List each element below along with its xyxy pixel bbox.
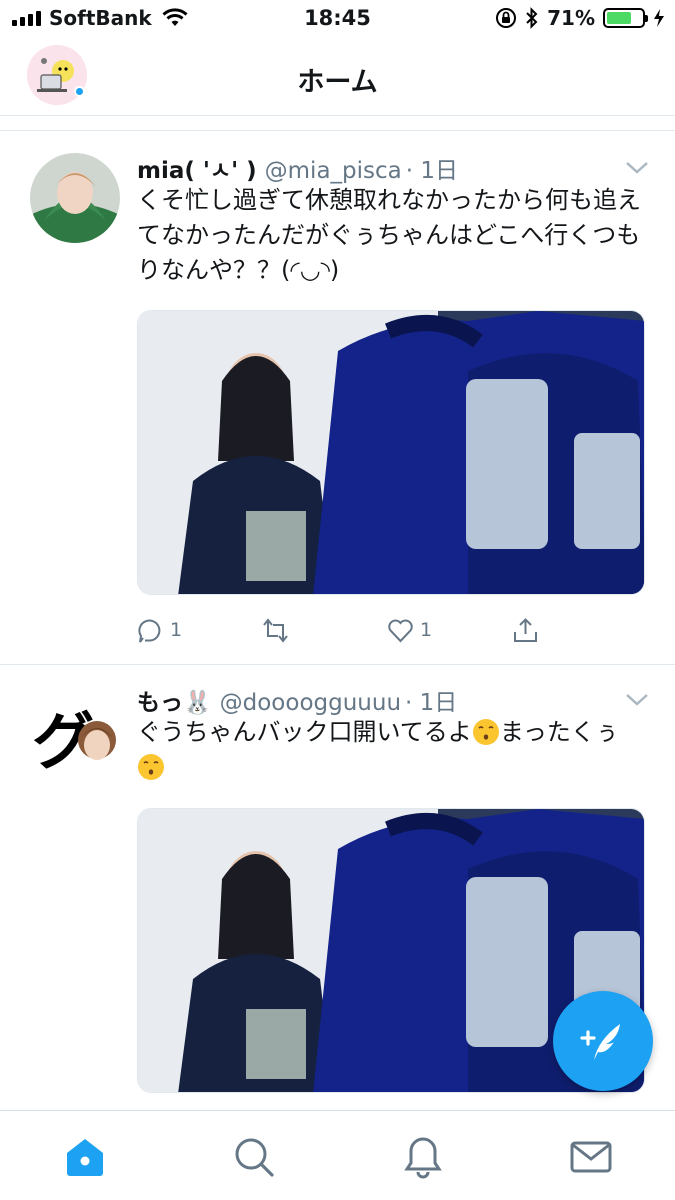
tweet-text: くそ忙し過ぎて休憩取れなかったから何も追えてなかったんだがぐぅちゃんはどこへ行く…: [137, 186, 641, 284]
tweet-text-part: まったくぅ: [499, 718, 619, 746]
page-title: ホーム: [297, 67, 378, 98]
kissing-face-icon: [472, 719, 499, 745]
like-count: 1: [420, 619, 433, 641]
share-button[interactable]: [512, 615, 637, 645]
tweet[interactable]: mia( 'ㅅ' ) @mia_pisca · 1日 くそ忙し過ぎて休憩取れなかった…: [0, 131, 675, 665]
display-name[interactable]: mia( 'ㅅ' ): [137, 158, 257, 184]
home-icon[interactable]: [63, 1135, 107, 1179]
user-avatar[interactable]: グ: [30, 691, 130, 781]
tweet-text-part: ぐうちゃんバック口開いてるよ: [137, 718, 472, 746]
tweet-time: · 1日: [405, 158, 459, 184]
mail-icon[interactable]: [569, 1135, 613, 1179]
battery-icon: [603, 8, 648, 28]
retweet-button[interactable]: [262, 615, 387, 645]
tab-bar: [0, 1110, 675, 1200]
kissing-face-icon: [138, 754, 164, 780]
user-handle[interactable]: @mia_pisca: [265, 158, 402, 184]
share-icon: [514, 617, 537, 642]
compose-tweet-icon: [580, 1024, 620, 1060]
tweet-photo-image: [138, 311, 644, 594]
chevron-down-icon[interactable]: [625, 161, 649, 175]
tweet-photo[interactable]: [137, 310, 645, 595]
battery-percent: 71%: [547, 6, 595, 30]
rotation-lock-icon: [496, 8, 517, 28]
tweet-time: · 1日: [405, 690, 458, 716]
search-icon[interactable]: [232, 1135, 276, 1179]
reply-button[interactable]: 1: [137, 615, 262, 645]
retweet-icon: [263, 617, 288, 643]
bell-icon[interactable]: [401, 1135, 445, 1179]
user-avatar-image: [30, 153, 120, 243]
nav-header: ホーム: [0, 40, 675, 116]
chevron-down-icon[interactable]: [625, 693, 649, 707]
heart-icon: [388, 619, 413, 642]
compose-tweet-button[interactable]: [553, 991, 653, 1091]
user-handle[interactable]: @doooogguuuu: [220, 690, 401, 716]
charging-bolt-icon: [654, 9, 664, 27]
tweet-text: ぐうちゃんバック口開いてるよ まったくぅ: [137, 715, 637, 785]
user-avatar[interactable]: [30, 153, 120, 243]
reply-icon: [138, 619, 161, 643]
display-name[interactable]: もっ🐰: [137, 690, 212, 716]
status-bar: SoftBank 18:45 71%: [0, 0, 675, 40]
user-avatar-image: グ: [30, 691, 130, 781]
bluetooth-icon: [526, 7, 538, 29]
reply-count: 1: [170, 619, 183, 641]
like-button[interactable]: 1: [387, 615, 512, 645]
